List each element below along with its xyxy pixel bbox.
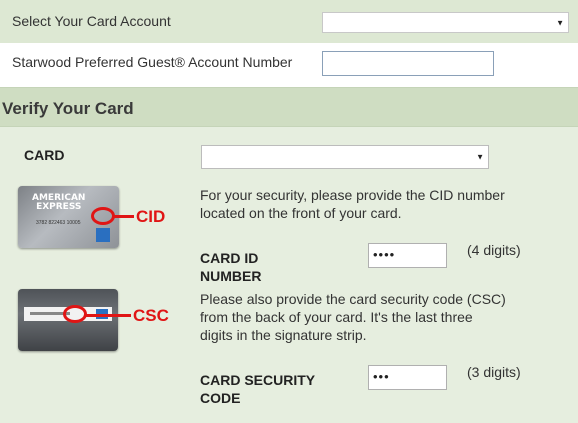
amex-badge — [96, 228, 110, 242]
cid-callout-label: CID — [136, 207, 166, 226]
spg-account-label: Starwood Preferred Guest® Account Number — [12, 54, 293, 70]
chevron-down-icon: ▼ — [476, 152, 484, 162]
chevron-down-icon: ▼ — [556, 18, 564, 27]
spg-account-row: Starwood Preferred Guest® Account Number — [0, 43, 578, 88]
cid-callout-ring — [91, 207, 115, 225]
card-account-row: Select Your Card Account ▼ — [0, 0, 578, 43]
amex-logo: AMERICAN EXPRESS — [32, 193, 86, 212]
cid-callout-line — [114, 215, 134, 218]
spg-account-input[interactable] — [322, 51, 494, 76]
csc-label-line-2: CODE — [200, 390, 241, 406]
cid-input[interactable]: •••• — [368, 243, 447, 268]
csc-label-line-1: CARD SECURITY — [200, 372, 316, 388]
card-account-label: Select Your Card Account — [12, 13, 171, 29]
cid-label-line-2: NUMBER — [200, 268, 262, 284]
card-number-placeholder: 3782 822463 10005 — [36, 220, 81, 226]
csc-callout-label: CSC — [133, 306, 169, 325]
csc-callout-line — [86, 314, 131, 317]
csc-info-line-1: Please also provide the card security co… — [200, 291, 506, 307]
card-account-select[interactable]: ▼ — [322, 12, 569, 33]
verify-section-header: Verify Your Card — [0, 87, 578, 127]
card-label: CARD — [24, 147, 65, 163]
card-select[interactable]: ▼ — [201, 145, 489, 169]
csc-info-line-2: from the back of your card. It's the las… — [200, 309, 473, 325]
csc-callout-ring — [63, 305, 87, 323]
cid-hint: (4 digits) — [467, 242, 521, 258]
cid-info-line-1: For your security, please provide the CI… — [200, 187, 505, 203]
csc-info-line-3: digits in the signature strip. — [200, 327, 367, 343]
cid-info-line-2: located on the front of your card. — [200, 205, 402, 221]
verify-title: Verify Your Card — [2, 99, 134, 118]
csc-hint: (3 digits) — [467, 364, 521, 380]
csc-input[interactable]: ••• — [368, 365, 447, 390]
cid-label-line-1: CARD ID — [200, 250, 259, 266]
